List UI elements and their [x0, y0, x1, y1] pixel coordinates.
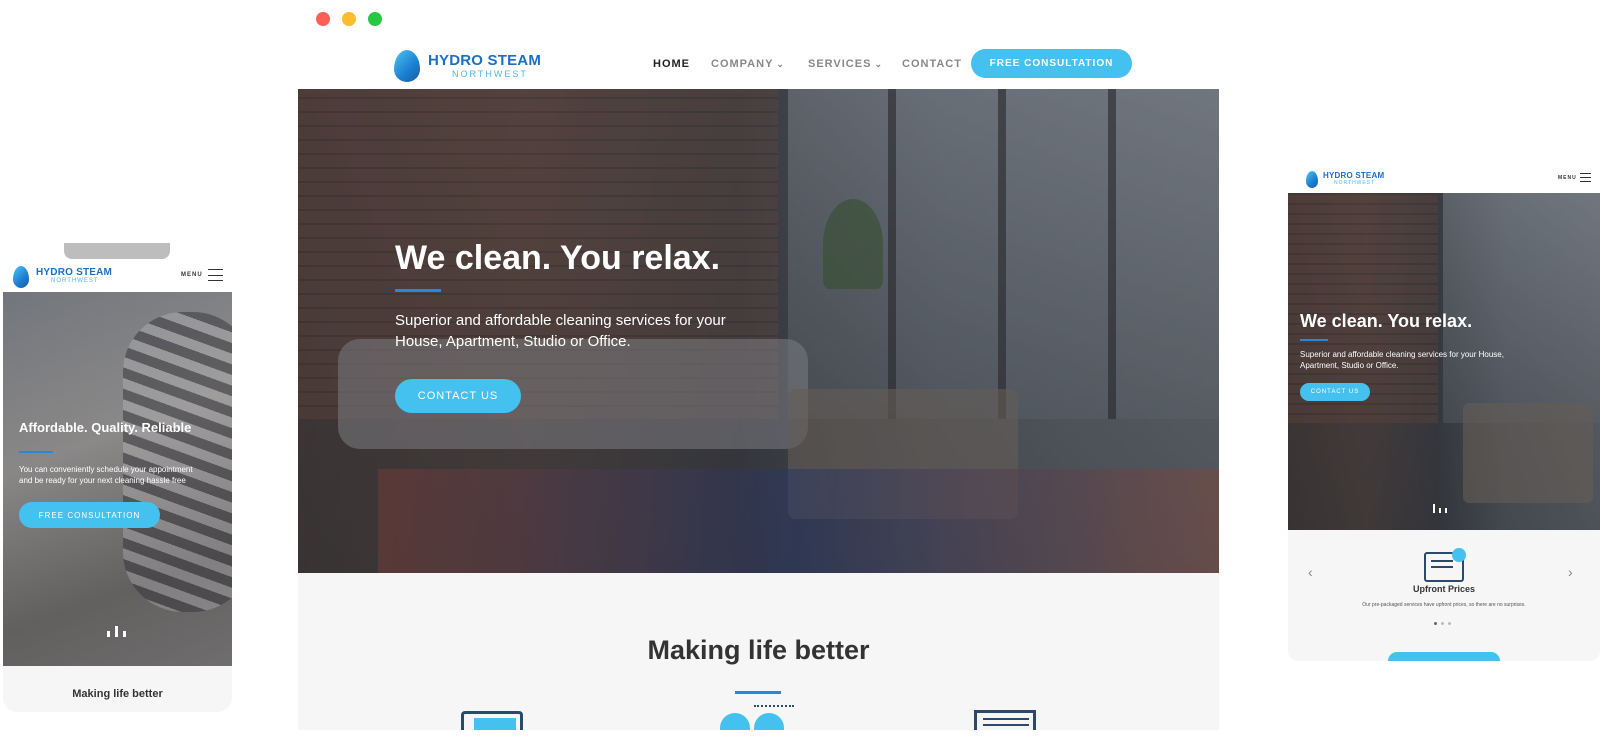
- slider-indicator[interactable]: [1433, 504, 1449, 514]
- logo-title: HYDRO STEAM: [36, 267, 113, 278]
- tablet-preview: HYDRO STEAM NORTHWEST MENU We clean. You…: [1288, 164, 1600, 661]
- checklist-icon: [461, 711, 523, 730]
- feature-text: Our pre-packaged services have upfront p…: [1362, 602, 1526, 608]
- desktop-navbar: HYDRO STEAM NORTHWEST HOME COMPANY ⌄ SERV…: [298, 30, 1219, 89]
- carousel-next-button[interactable]: ›: [1568, 564, 1580, 580]
- mobile-hero-text-line2: and be ready for your next cleaning hass…: [19, 476, 186, 485]
- chevron-right-icon: ›: [1568, 564, 1573, 580]
- carousel-prev-button[interactable]: ‹: [1308, 564, 1320, 580]
- nav-company[interactable]: COMPANY ⌄: [711, 58, 785, 70]
- hero-overlay: [298, 89, 1219, 573]
- free-consultation-button[interactable]: FREE CONSULTATION: [19, 502, 160, 528]
- tablet-feature-section: ‹ › Upfront Prices Our pre-packaged serv…: [1288, 530, 1600, 661]
- logo-subtitle: NORTHWEST: [1334, 180, 1376, 186]
- hero-title-underline: [395, 289, 441, 292]
- nav-contact-label: CONTACT: [902, 58, 962, 70]
- cta-button-partial[interactable]: [1388, 652, 1500, 661]
- mobile-preview: HYDRO STEAM NORTHWEST MENU Affordable. Q…: [3, 259, 232, 712]
- mobile-navbar: HYDRO STEAM NORTHWEST MENU: [3, 259, 232, 292]
- tablet-logo[interactable]: HYDRO STEAM NORTHWEST: [1304, 168, 1394, 192]
- mobile-menu-toggle[interactable]: MENU: [181, 268, 227, 284]
- tablet-hero: We clean. You relax. Superior and afford…: [1288, 193, 1600, 530]
- mobile-hero-title: Affordable. Quality. Reliable: [19, 420, 192, 435]
- water-drop-icon: [1306, 171, 1318, 188]
- tablet-menu-toggle[interactable]: MENU: [1558, 172, 1594, 184]
- tablet-hero-text-line2: Apartment, Studio or Office.: [1300, 361, 1399, 370]
- desktop-preview: HYDRO STEAM NORTHWEST HOME COMPANY ⌄ SERV…: [298, 30, 1219, 730]
- contact-us-button[interactable]: CONTACT US: [1300, 383, 1370, 401]
- tablet-navbar: HYDRO STEAM NORTHWEST MENU: [1288, 164, 1600, 193]
- contact-us-button[interactable]: CONTACT US: [395, 379, 521, 413]
- person-shape: [123, 312, 232, 612]
- desktop-section: Making life better: [298, 573, 1219, 730]
- tablet-hero-text-line1: Superior and affordable cleaning service…: [1300, 350, 1504, 359]
- price-tag-icon: [1424, 548, 1466, 582]
- nav-home[interactable]: HOME: [653, 58, 690, 70]
- coins-icon: [720, 705, 798, 730]
- logo-title: HYDRO STEAM: [428, 52, 542, 69]
- mobile-logo[interactable]: HYDRO STEAM NORTHWEST: [9, 261, 124, 291]
- water-drop-icon: [13, 266, 29, 288]
- feature-title: Upfront Prices: [1412, 584, 1475, 594]
- nav-company-label: COMPANY: [711, 58, 774, 70]
- free-consultation-button[interactable]: FREE CONSULTATION: [971, 49, 1132, 78]
- menu-label: MENU: [1558, 175, 1577, 181]
- slider-indicator[interactable]: [107, 626, 131, 638]
- nav-home-label: HOME: [653, 58, 690, 70]
- nav-contact[interactable]: CONTACT: [902, 58, 962, 70]
- tablet-hero-title: We clean. You relax.: [1300, 311, 1473, 331]
- menu-label: MENU: [181, 272, 203, 278]
- hero-title-underline: [19, 451, 53, 453]
- window-minimize-dot[interactable]: [342, 12, 356, 26]
- nav-services[interactable]: SERVICES ⌄: [808, 58, 883, 70]
- document-icon: [974, 710, 1036, 730]
- water-drop-icon: [394, 50, 420, 82]
- desktop-logo[interactable]: HYDRO STEAM NORTHWEST: [390, 42, 550, 86]
- nav-services-label: SERVICES: [808, 58, 872, 70]
- logo-subtitle: NORTHWEST: [51, 278, 99, 284]
- mobile-hero: Affordable. Quality. Reliable You can co…: [3, 292, 232, 666]
- desktop-hero-text-line2: House, Apartment, Studio or Office.: [395, 333, 631, 350]
- carousel-dots[interactable]: [1434, 622, 1454, 626]
- window-maximize-dot[interactable]: [368, 12, 382, 26]
- mobile-section: Making life better: [3, 666, 232, 712]
- mobile-hero-text-line1: You can conveniently schedule your appoi…: [19, 465, 193, 474]
- chevron-left-icon: ‹: [1308, 564, 1313, 580]
- section-title: Making life better: [647, 635, 870, 665]
- logo-title: HYDRO STEAM: [1323, 171, 1385, 180]
- section-title-underline: [735, 691, 781, 694]
- desktop-hero: We clean. You relax. Superior and afford…: [298, 89, 1219, 573]
- hamburger-icon: [208, 269, 223, 281]
- desktop-hero-text-line1: Superior and affordable cleaning service…: [395, 312, 726, 329]
- logo-subtitle: NORTHWEST: [452, 69, 528, 79]
- desktop-hero-title: We clean. You relax.: [395, 239, 721, 277]
- hero-title-underline: [1300, 339, 1328, 341]
- hamburger-icon: [1580, 173, 1591, 182]
- chevron-down-icon: ⌄: [776, 59, 785, 69]
- section-title: Making life better: [72, 688, 163, 700]
- chevron-down-icon: ⌄: [874, 59, 883, 69]
- mobile-speaker-notch: [64, 243, 170, 259]
- window-close-dot[interactable]: [316, 12, 330, 26]
